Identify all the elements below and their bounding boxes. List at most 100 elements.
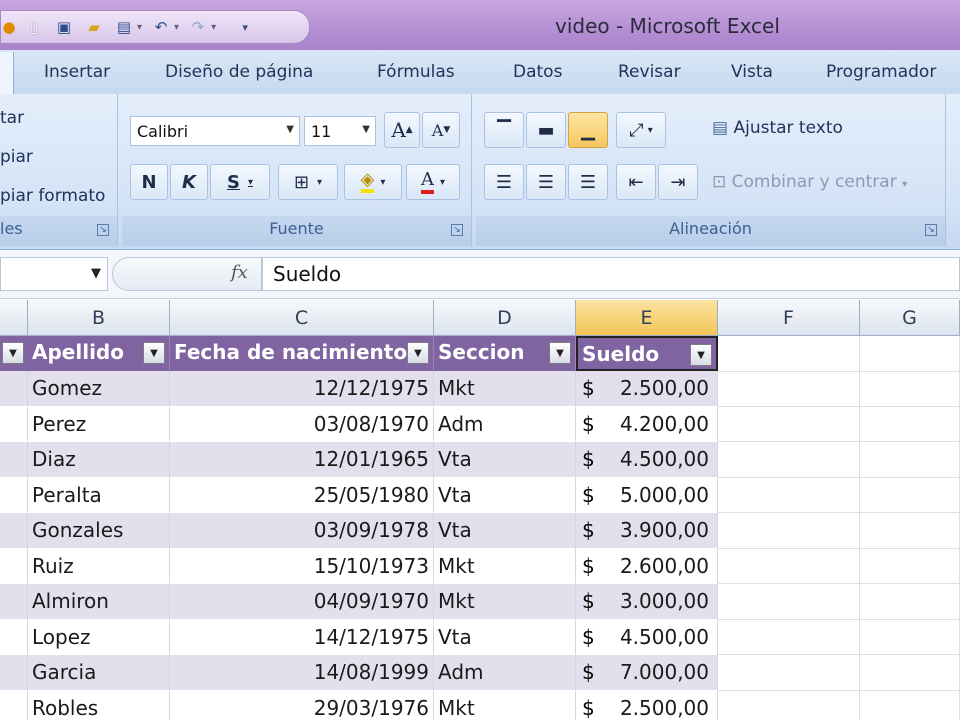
bold-button[interactable]: N	[130, 164, 168, 200]
cell-sueldo[interactable]: 2.500,00	[576, 371, 718, 407]
cell-fecha[interactable]: 15/10/1973	[170, 548, 434, 584]
undo-icon[interactable]: ↶	[150, 16, 172, 38]
cell-apellido[interactable]: Peralta	[28, 477, 170, 513]
wrap-text-button[interactable]: ▤ Ajustar texto	[712, 118, 843, 138]
cell-sueldo[interactable]: 3.000,00	[576, 584, 718, 620]
cell-fecha[interactable]: 03/09/1978	[170, 513, 434, 549]
empty-cell[interactable]	[718, 619, 860, 655]
empty-cell[interactable]	[718, 406, 860, 442]
tab-inicio-active[interactable]	[0, 52, 14, 96]
empty-cell[interactable]	[718, 513, 860, 549]
cell-fecha[interactable]: 14/08/1999	[170, 655, 434, 691]
empty-cell[interactable]	[860, 690, 960, 720]
cell-fecha[interactable]: 03/08/1970	[170, 406, 434, 442]
cell-a[interactable]	[0, 690, 28, 720]
cell-sueldo[interactable]: 7.000,00	[576, 655, 718, 691]
cell-a[interactable]	[0, 584, 28, 620]
cut-button[interactable]: tar	[0, 108, 24, 128]
cell-seccion[interactable]: Mkt	[434, 371, 576, 407]
tab-programador[interactable]: Programador	[826, 62, 936, 82]
cell-sueldo[interactable]: 2.600,00	[576, 548, 718, 584]
cell-sueldo[interactable]: 3.900,00	[576, 513, 718, 549]
empty-cell[interactable]	[860, 336, 960, 372]
cell-apellido[interactable]: Robles	[28, 690, 170, 720]
tab-revisar[interactable]: Revisar	[618, 62, 681, 82]
cell-seccion[interactable]: Vta	[434, 442, 576, 478]
filter-dropdown-button[interactable]: ▼	[2, 342, 24, 364]
empty-cell[interactable]	[718, 371, 860, 407]
name-box[interactable]: ▼	[0, 257, 108, 291]
align-top-button[interactable]: ▔	[484, 112, 524, 148]
filter-dropdown-button[interactable]: ▼	[143, 342, 165, 364]
save-icon[interactable]: ▣	[53, 16, 75, 38]
open-icon[interactable]: ▰	[83, 16, 105, 38]
empty-cell[interactable]	[860, 477, 960, 513]
merge-center-button[interactable]: ⊡ Combinar y centrar ▾	[712, 172, 907, 192]
new-icon[interactable]: ▯	[23, 16, 45, 38]
align-bottom-button[interactable]: ▁	[568, 112, 608, 148]
font-size-field[interactable]: 11 ▼	[304, 116, 376, 146]
empty-cell[interactable]	[860, 513, 960, 549]
increase-indent-button[interactable]: ⇥	[658, 164, 698, 200]
cell-seccion[interactable]: Mkt	[434, 690, 576, 720]
chevron-down-icon[interactable]: ▾	[174, 22, 179, 33]
cell-fecha[interactable]: 12/01/1965	[170, 442, 434, 478]
empty-cell[interactable]	[860, 584, 960, 620]
empty-cell[interactable]	[718, 584, 860, 620]
cell-seccion[interactable]: Vta	[434, 619, 576, 655]
cell-fecha[interactable]: 04/09/1970	[170, 584, 434, 620]
empty-cell[interactable]	[718, 548, 860, 584]
redo-icon[interactable]: ↷	[187, 16, 209, 38]
empty-cell[interactable]	[860, 655, 960, 691]
empty-cell[interactable]	[718, 336, 860, 372]
cell-seccion[interactable]: Mkt	[434, 584, 576, 620]
column-header-d[interactable]: D	[434, 300, 576, 336]
cell-fecha[interactable]: 12/12/1975	[170, 371, 434, 407]
tab-vista[interactable]: Vista	[731, 62, 773, 82]
cell-a[interactable]	[0, 513, 28, 549]
empty-cell[interactable]	[718, 690, 860, 720]
cell-a[interactable]	[0, 371, 28, 407]
dialog-launcher-icon[interactable]: ↘	[97, 224, 109, 236]
cell-sueldo[interactable]: 5.000,00	[576, 477, 718, 513]
tab-formulas[interactable]: Fórmulas	[377, 62, 455, 82]
cell-apellido[interactable]: Gonzales	[28, 513, 170, 549]
cell-fecha[interactable]: 29/03/1976	[170, 690, 434, 720]
italic-button[interactable]: K	[170, 164, 208, 200]
column-header-e[interactable]: E	[576, 300, 718, 336]
filter-dropdown-button[interactable]: ▼	[690, 344, 712, 366]
copy-button[interactable]: piar	[0, 147, 33, 167]
shrink-font-button[interactable]: A ▼	[422, 112, 460, 148]
column-header-c[interactable]: C	[170, 300, 434, 336]
decrease-indent-button[interactable]: ⇤	[616, 164, 656, 200]
empty-cell[interactable]	[718, 442, 860, 478]
cell-sueldo[interactable]: 4.500,00	[576, 619, 718, 655]
font-color-button[interactable]: A ▾	[406, 164, 460, 200]
formula-input[interactable]: Sueldo	[262, 257, 960, 291]
format-painter-button[interactable]: piar formato	[0, 186, 105, 206]
align-left-button[interactable]: ☰	[484, 164, 524, 200]
underline-button[interactable]: S ▾	[210, 164, 270, 200]
cell-a[interactable]	[0, 619, 28, 655]
cell-seccion[interactable]: Adm	[434, 406, 576, 442]
cell-apellido[interactable]: Diaz	[28, 442, 170, 478]
header-sueldo[interactable]: Sueldo ▼	[576, 336, 718, 371]
chevron-down-icon[interactable]: ▾	[211, 22, 216, 33]
borders-button[interactable]: ⊞ ▾	[278, 164, 338, 200]
cell-apellido[interactable]: Ruiz	[28, 548, 170, 584]
empty-cell[interactable]	[860, 442, 960, 478]
empty-cell[interactable]	[718, 655, 860, 691]
empty-cell[interactable]	[860, 619, 960, 655]
empty-cell[interactable]	[860, 548, 960, 584]
cell-seccion[interactable]: Mkt	[434, 548, 576, 584]
cell-seccion[interactable]: Vta	[434, 477, 576, 513]
empty-cell[interactable]	[860, 406, 960, 442]
cell-sueldo[interactable]: 2.500,00	[576, 690, 718, 720]
tab-diseno-pagina[interactable]: Diseño de página	[165, 62, 313, 82]
cell-fecha[interactable]: 14/12/1975	[170, 619, 434, 655]
cell-apellido[interactable]: Gomez	[28, 371, 170, 407]
office-icon[interactable]: ●	[2, 16, 15, 38]
chevron-down-icon[interactable]: ▼	[91, 266, 101, 281]
grow-font-button[interactable]: A ▲	[384, 112, 420, 148]
customize-icon[interactable]: ▾	[234, 16, 256, 38]
